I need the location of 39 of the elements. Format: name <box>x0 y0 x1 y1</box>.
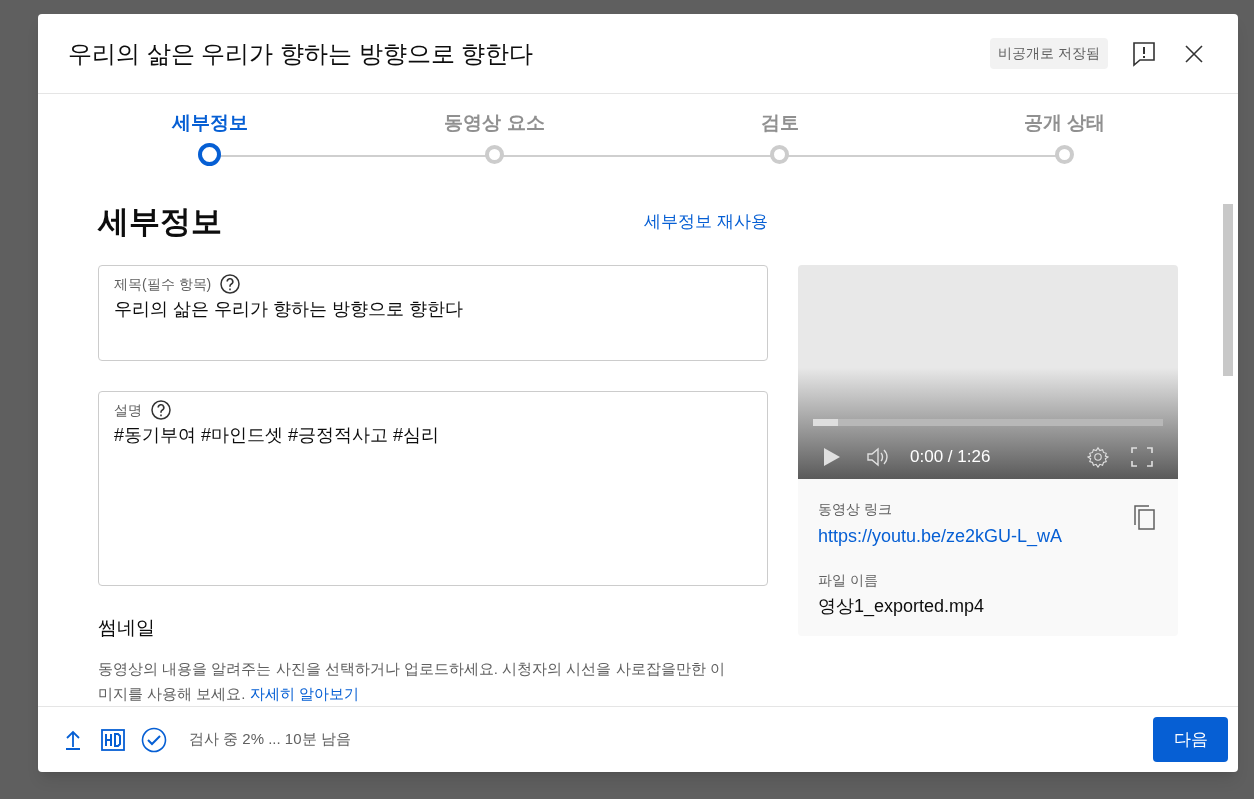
save-status-badge: 비공개로 저장됨 <box>990 38 1108 69</box>
info-label: 동영상 링크 <box>818 500 893 519</box>
settings-icon[interactable] <box>1087 446 1109 468</box>
check-circle-icon <box>141 726 167 753</box>
field-value: #동기부여 #마인드셋 #긍정적사고 #심리 <box>114 424 441 448</box>
feedback-icon[interactable] <box>1132 40 1156 67</box>
learn-more-link[interactable]: 자세히 알아보기 <box>249 685 359 702</box>
field-value: 우리의 삶은 우리가 향하는 방향으로 향한다 <box>114 298 464 321</box>
step-tab[interactable]: 세부정보 <box>171 109 248 137</box>
thumbnail-description: 동영상의 내용을 알려주는 사진을 선택하거나 업로드하세요. 시청자의 시선을 사로잡을만한 이미지를 사용해 보세요. 자세히 알아보기 <box>98 659 726 704</box>
video-time: 0:00 / 1:26 <box>910 446 992 469</box>
next-button[interactable]: 다음 <box>1153 717 1228 762</box>
help-icon[interactable] <box>150 399 172 422</box>
close-icon[interactable] <box>1184 43 1204 64</box>
thumbnail-heading: 썸네일 <box>98 615 156 640</box>
field-label: 설명 <box>114 400 142 420</box>
file-name: 영상1_exported.mp4 <box>818 595 986 619</box>
volume-icon[interactable] <box>866 446 890 468</box>
scrollbar-thumb[interactable] <box>1223 204 1233 376</box>
upload-status: 검사 중 2% ... 10분 남음 <box>189 729 352 750</box>
title-field[interactable]: 제목(필수 항목) 우리의 삶은 우리가 향하는 방향으로 향한다 <box>98 265 768 362</box>
field-label: 제목(필수 항목) <box>114 274 212 294</box>
info-label: 파일 이름 <box>818 571 879 590</box>
upload-icon[interactable] <box>65 729 81 750</box>
progress-track[interactable] <box>813 419 1163 426</box>
video-player[interactable]: 0:00 / 1:26 <box>798 265 1178 479</box>
help-icon[interactable] <box>219 273 242 295</box>
step-tab[interactable]: 검토 <box>760 109 799 137</box>
hd-icon <box>101 728 125 751</box>
step-tab[interactable]: 동영상 요소 <box>444 109 545 137</box>
fullscreen-icon[interactable] <box>1131 447 1153 467</box>
description-field[interactable]: 설명 #동기부여 #마인드셋 #긍정적사고 #심리 <box>98 391 768 586</box>
dialog-title: 우리의 삶은 우리가 향하는 방향으로 향한다 <box>68 38 535 69</box>
copy-icon[interactable] <box>1134 505 1156 531</box>
video-link[interactable]: https://youtu.be/ze2kGU-L_wA <box>818 523 1063 550</box>
step-tab[interactable]: 공개 상태 <box>1023 109 1106 137</box>
reuse-details-link[interactable]: 세부정보 재사용 <box>644 209 768 235</box>
section-heading: 세부정보 <box>98 202 222 241</box>
play-icon[interactable] <box>823 447 841 467</box>
